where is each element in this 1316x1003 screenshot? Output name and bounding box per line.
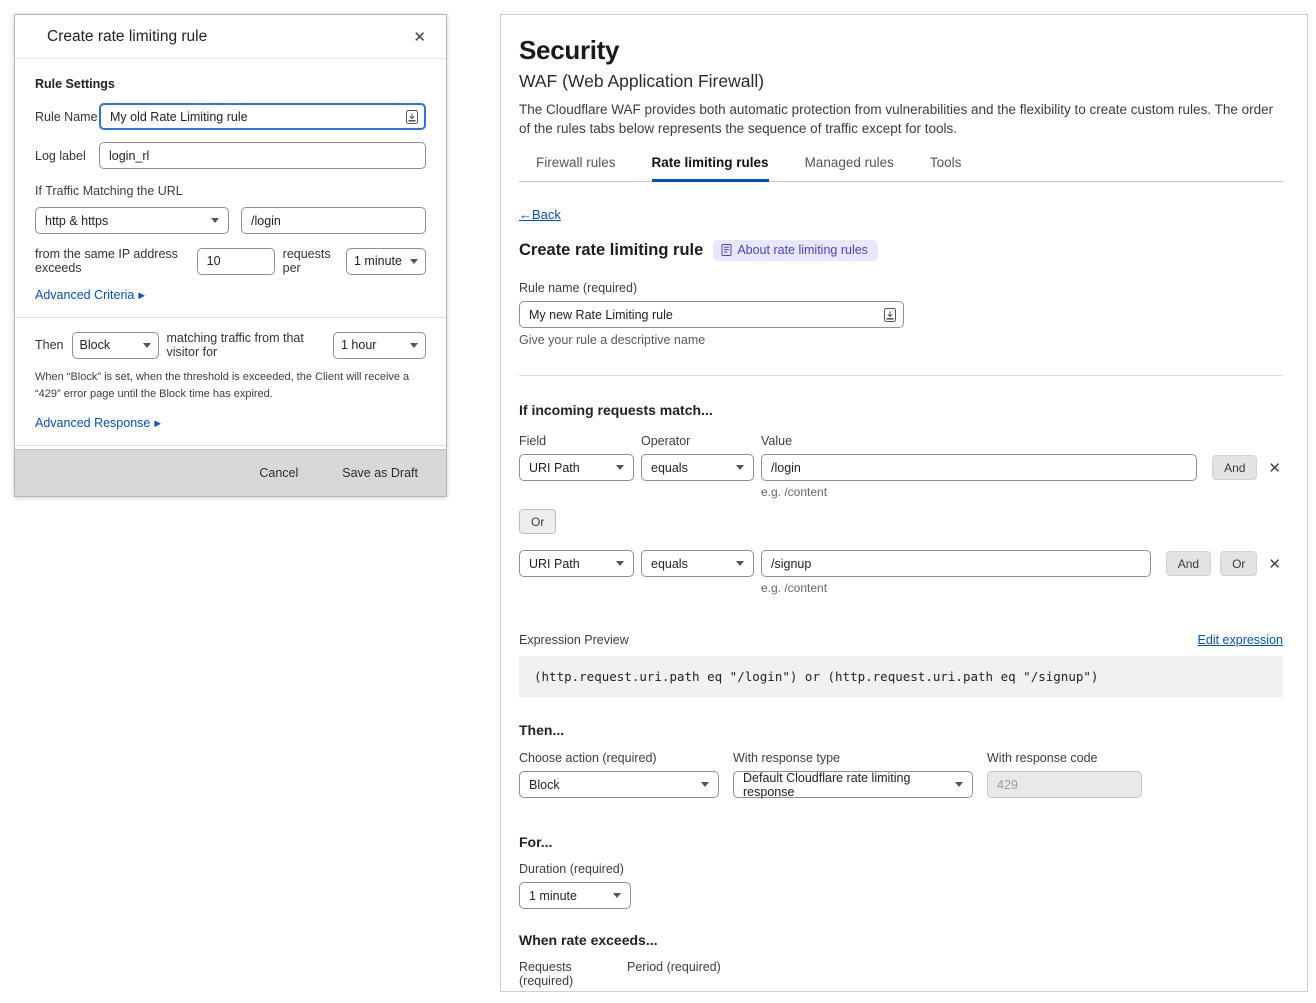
log-label-input[interactable]	[99, 142, 426, 169]
rule-name-label: Rule name (required)	[519, 281, 1283, 295]
dialog-footer: Cancel Save as Draft	[15, 449, 446, 496]
expression-preview: (http.request.uri.path eq "/login") or (…	[519, 656, 1283, 697]
log-label-label: Log label	[35, 149, 99, 163]
duration-select[interactable]: 1 hour	[333, 332, 426, 359]
action-select[interactable]: Block	[519, 771, 719, 798]
field-select[interactable]: URI Path	[519, 454, 634, 481]
page-title: Security	[519, 35, 1283, 66]
or-button[interactable]: Or	[1220, 551, 1257, 576]
dialog-header: Create rate limiting rule ✕	[15, 15, 446, 59]
back-link[interactable]: ←Back	[519, 207, 561, 222]
tab-rate-limiting-rules[interactable]: Rate limiting rules	[652, 155, 769, 182]
requests-label: Requests (required)	[519, 960, 620, 988]
advanced-response-link[interactable]: Advanced Response▶	[35, 416, 426, 430]
rule-name-help: Give your rule a descriptive name	[519, 333, 1283, 347]
divider	[15, 317, 446, 318]
chevron-down-icon	[613, 893, 621, 898]
cancel-button[interactable]: Cancel	[259, 466, 298, 480]
rule-name-input[interactable]	[99, 103, 426, 130]
response-code-label: With response code	[987, 751, 1142, 765]
block-note-text: When “Block” is set, when the threshold …	[35, 369, 426, 403]
divider	[519, 375, 1283, 376]
choose-action-label: Choose action (required)	[519, 751, 719, 765]
operator-column-label: Operator	[641, 434, 754, 448]
field-column-label: Field	[519, 434, 634, 448]
waf-panel: Security WAF (Web Application Firewall) …	[500, 14, 1308, 992]
chevron-down-icon	[143, 343, 151, 348]
operator-select[interactable]: equals	[641, 550, 754, 577]
threshold-mid-text: requests per	[283, 247, 338, 275]
chevron-down-icon	[736, 561, 744, 566]
remove-condition-icon[interactable]: ✕	[1266, 555, 1283, 573]
expression-preview-label: Expression Preview	[519, 633, 629, 647]
operator-select[interactable]: equals	[641, 454, 754, 481]
match-section-title: If incoming requests match...	[519, 402, 1283, 418]
save-as-draft-button[interactable]: Save as Draft	[342, 466, 418, 480]
page-description: The Cloudflare WAF provides both automat…	[519, 100, 1283, 138]
and-button[interactable]: And	[1166, 551, 1211, 576]
chevron-down-icon	[955, 782, 963, 787]
tab-managed-rules[interactable]: Managed rules	[805, 155, 894, 182]
rules-tabs: Firewall rules Rate limiting rules Manag…	[519, 155, 1283, 182]
advanced-criteria-link[interactable]: Advanced Criteria▶	[35, 288, 426, 302]
tab-firewall-rules[interactable]: Firewall rules	[536, 155, 616, 182]
chevron-down-icon	[701, 782, 709, 787]
value-hint: e.g. /content	[761, 485, 1283, 499]
duration-select[interactable]: 1 minute	[519, 882, 631, 909]
scheme-select[interactable]: http & https	[35, 207, 229, 234]
form-title: Create rate limiting rule	[519, 241, 703, 260]
threshold-prefix-text: from the same IP address exceeds	[35, 247, 189, 275]
chevron-down-icon	[736, 465, 744, 470]
url-input[interactable]	[241, 207, 426, 234]
and-button[interactable]: And	[1212, 455, 1257, 480]
chevron-down-icon	[616, 465, 624, 470]
dialog-title: Create rate limiting rule	[47, 28, 207, 46]
response-type-label: With response type	[733, 751, 973, 765]
traffic-match-label: If Traffic Matching the URL	[35, 184, 426, 198]
then-label: Then	[35, 338, 64, 352]
back-arrow-icon: ←	[519, 207, 532, 222]
caret-right-icon: ▶	[154, 418, 161, 428]
tab-tools[interactable]: Tools	[930, 155, 962, 182]
about-rate-limiting-link[interactable]: About rate limiting rules	[713, 240, 878, 261]
period-label: Period (required)	[627, 960, 721, 988]
or-button[interactable]: Or	[519, 509, 556, 534]
doc-icon	[721, 244, 732, 256]
chevron-down-icon	[616, 561, 624, 566]
for-section-title: For...	[519, 834, 1283, 850]
condition-row: URI Path equals And Or ✕	[519, 550, 1283, 577]
chevron-down-icon	[211, 218, 219, 223]
threshold-input[interactable]	[197, 248, 275, 275]
then-section-title: Then...	[519, 722, 1283, 738]
value-column-label: Value	[761, 434, 1283, 448]
response-code-input	[987, 771, 1142, 798]
edit-expression-link[interactable]: Edit expression	[1198, 633, 1283, 647]
value-input[interactable]	[761, 454, 1197, 481]
rule-name-input[interactable]	[519, 301, 904, 328]
autofill-icon	[406, 110, 418, 124]
caret-right-icon: ▶	[138, 290, 145, 300]
duration-label: Duration (required)	[519, 862, 1283, 876]
remove-condition-icon[interactable]: ✕	[1266, 459, 1283, 477]
value-hint: e.g. /content	[761, 581, 1283, 595]
autofill-icon	[884, 308, 896, 322]
chevron-down-icon	[410, 343, 418, 348]
action-select[interactable]: Block	[72, 332, 159, 359]
condition-row: URI Path equals And ✕	[519, 454, 1283, 481]
rule-name-label: Rule Name	[35, 110, 99, 124]
period-select[interactable]: 1 minute	[346, 248, 426, 275]
page-subtitle: WAF (Web Application Firewall)	[519, 71, 1283, 92]
then-mid-text: matching traffic from that visitor for	[167, 331, 326, 359]
rate-section-title: When rate exceeds...	[519, 932, 1283, 948]
chevron-down-icon	[410, 259, 418, 264]
rule-settings-heading: Rule Settings	[35, 77, 426, 91]
field-select[interactable]: URI Path	[519, 550, 634, 577]
response-type-select[interactable]: Default Cloudflare rate limiting respons…	[733, 771, 973, 798]
divider	[15, 445, 446, 446]
value-input[interactable]	[761, 550, 1151, 577]
close-icon[interactable]: ✕	[411, 28, 428, 46]
legacy-rate-limit-dialog: Create rate limiting rule ✕ Rule Setting…	[14, 14, 447, 497]
